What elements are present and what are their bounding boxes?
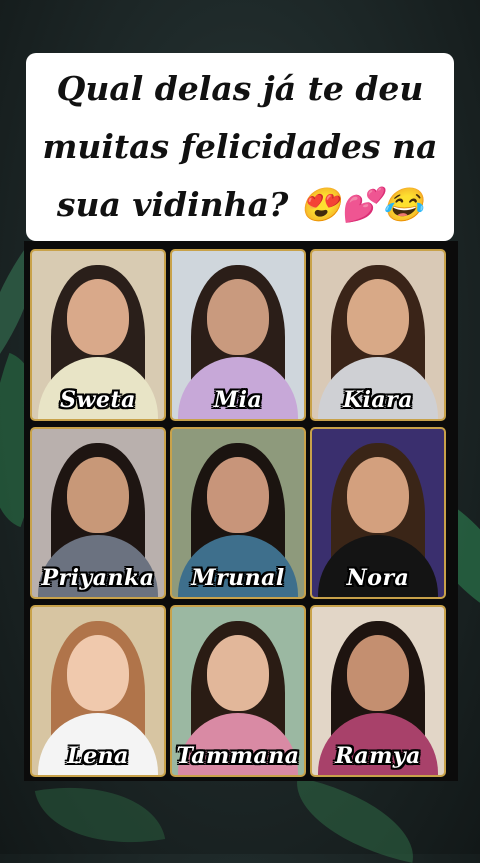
question-line: muitas felicidades na [42, 127, 438, 166]
person-card[interactable]: Nora [310, 427, 446, 599]
question-text: Qual delas já te deu muitas felicidades … [42, 60, 437, 234]
person-name-label: Priyanka [41, 565, 155, 591]
person-card[interactable]: Mrunal [170, 427, 306, 599]
person-card[interactable]: Mia [170, 249, 306, 421]
photo-grid: Sweta Mia Kiara Priyanka Mrunal Nora Lena Tamma… [24, 241, 458, 781]
person-card[interactable]: Tammana [170, 605, 306, 777]
face-shape [347, 635, 409, 711]
face-shape [207, 457, 269, 533]
person-name-label: Lena [67, 743, 129, 769]
person-card[interactable]: Kiara [310, 249, 446, 421]
person-name-label: Tammana [176, 743, 300, 769]
person-name-label: Sweta [60, 387, 136, 413]
person-card[interactable]: Ramya [310, 605, 446, 777]
question-line: sua vidinha? 😍💕😂 [56, 185, 424, 224]
background-leaf [285, 777, 425, 863]
face-shape [207, 279, 269, 355]
face-shape [347, 457, 409, 533]
background-leaf [34, 770, 166, 860]
person-name-label: Mia [213, 387, 263, 413]
face-shape [347, 279, 409, 355]
person-card[interactable]: Lena [30, 605, 166, 777]
face-shape [207, 635, 269, 711]
person-card[interactable]: Priyanka [30, 427, 166, 599]
face-shape [67, 457, 129, 533]
face-shape [67, 635, 129, 711]
person-name-label: Kiara [342, 387, 414, 413]
person-name-label: Mrunal [191, 565, 285, 591]
question-line: Qual delas já te deu [56, 69, 424, 108]
question-card: Qual delas já te deu muitas felicidades … [26, 53, 454, 241]
face-shape [67, 279, 129, 355]
person-name-label: Ramya [335, 743, 421, 769]
person-name-label: Nora [346, 565, 410, 591]
person-card[interactable]: Sweta [30, 249, 166, 421]
